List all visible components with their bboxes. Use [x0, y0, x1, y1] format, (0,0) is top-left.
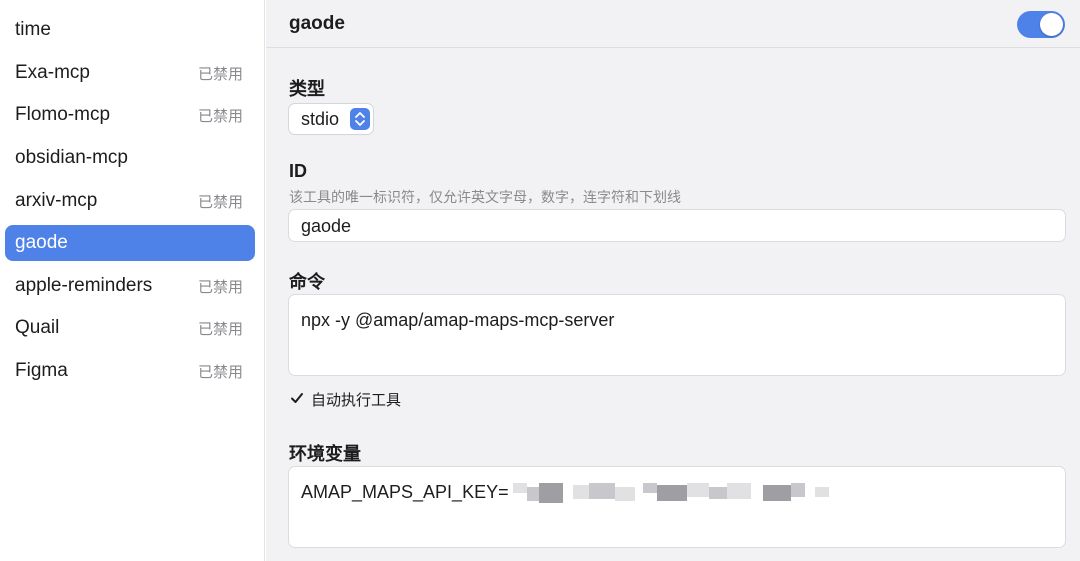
status-label: 已禁用	[197, 363, 243, 381]
toggle-knob-icon	[1040, 13, 1063, 36]
status-label: 已禁用	[197, 278, 243, 296]
sidebar-item-label: arxiv-mcp	[15, 190, 98, 211]
status-label: 已禁用	[197, 193, 243, 211]
auto-exec-checkbox-row[interactable]: 自动执行工具	[289, 389, 401, 410]
id-input-value: gaode	[301, 216, 352, 236]
env-value: AMAP_MAPS_API_KEY=	[301, 482, 509, 502]
sidebar-item-label: Quail	[15, 317, 60, 338]
server-title: gaode	[289, 13, 345, 34]
status-label: 已禁用	[197, 107, 243, 125]
sidebar-item-figma[interactable]: Figma 已禁用	[5, 353, 255, 389]
sidebar-item-time[interactable]: time	[5, 12, 255, 48]
sidebar-item-quail[interactable]: Quail 已禁用	[5, 310, 255, 346]
sidebar-item-label: apple-reminders	[15, 275, 153, 296]
sidebar-item-flomo-mcp[interactable]: Flomo-mcp 已禁用	[5, 97, 255, 133]
id-label: ID	[289, 161, 307, 181]
sidebar-item-label: obsidian-mcp	[15, 147, 128, 168]
command-label: 命令	[289, 272, 325, 292]
auto-exec-label: 自动执行工具	[311, 392, 402, 409]
sidebar-item-label: Flomo-mcp	[15, 104, 111, 125]
server-detail-panel: gaode 类型 stdio ID 该工具的唯一标识符，仅允许英文字母，数字，连…	[266, 0, 1080, 561]
command-textarea[interactable]: npx -y @amap/amap-maps-mcp-server	[289, 295, 1065, 375]
type-label: 类型	[289, 79, 325, 99]
status-label: 已禁用	[197, 65, 243, 83]
sidebar-item-label: Exa-mcp	[15, 62, 90, 83]
enable-toggle[interactable]	[1017, 11, 1065, 38]
sidebar-item-exa-mcp[interactable]: Exa-mcp 已禁用	[5, 55, 255, 91]
detail-header: gaode	[266, 0, 1080, 48]
sidebar-item-label: Figma	[15, 360, 68, 381]
sidebar-item-label: time	[15, 19, 51, 40]
sidebar-item-obsidian-mcp[interactable]: obsidian-mcp	[5, 140, 255, 176]
env-textarea[interactable]: AMAP_MAPS_API_KEY=	[289, 467, 1065, 547]
type-select[interactable]: stdio	[289, 104, 373, 134]
checkmark-icon[interactable]	[289, 390, 305, 410]
command-value: npx -y @amap/amap-maps-mcp-server	[301, 310, 615, 330]
sidebar-item-arxiv-mcp[interactable]: arxiv-mcp 已禁用	[5, 183, 255, 219]
type-select-value: stdio	[301, 109, 340, 129]
id-hint: 该工具的唯一标识符，仅允许英文字母，数字，连字符和下划线	[289, 189, 681, 205]
sidebar-item-apple-reminders[interactable]: apple-reminders 已禁用	[5, 268, 255, 304]
sidebar-item-label: gaode	[15, 232, 68, 253]
server-list-sidebar: time Exa-mcp 已禁用 Flomo-mcp 已禁用 obsidian-…	[0, 0, 265, 561]
chevron-up-down-icon	[350, 108, 370, 130]
redacted-api-key	[512, 483, 873, 504]
sidebar-item-gaode[interactable]: gaode	[5, 225, 255, 261]
status-label: 已禁用	[197, 320, 243, 338]
id-input[interactable]: gaode	[289, 210, 1065, 241]
env-label: 环境变量	[289, 444, 361, 464]
